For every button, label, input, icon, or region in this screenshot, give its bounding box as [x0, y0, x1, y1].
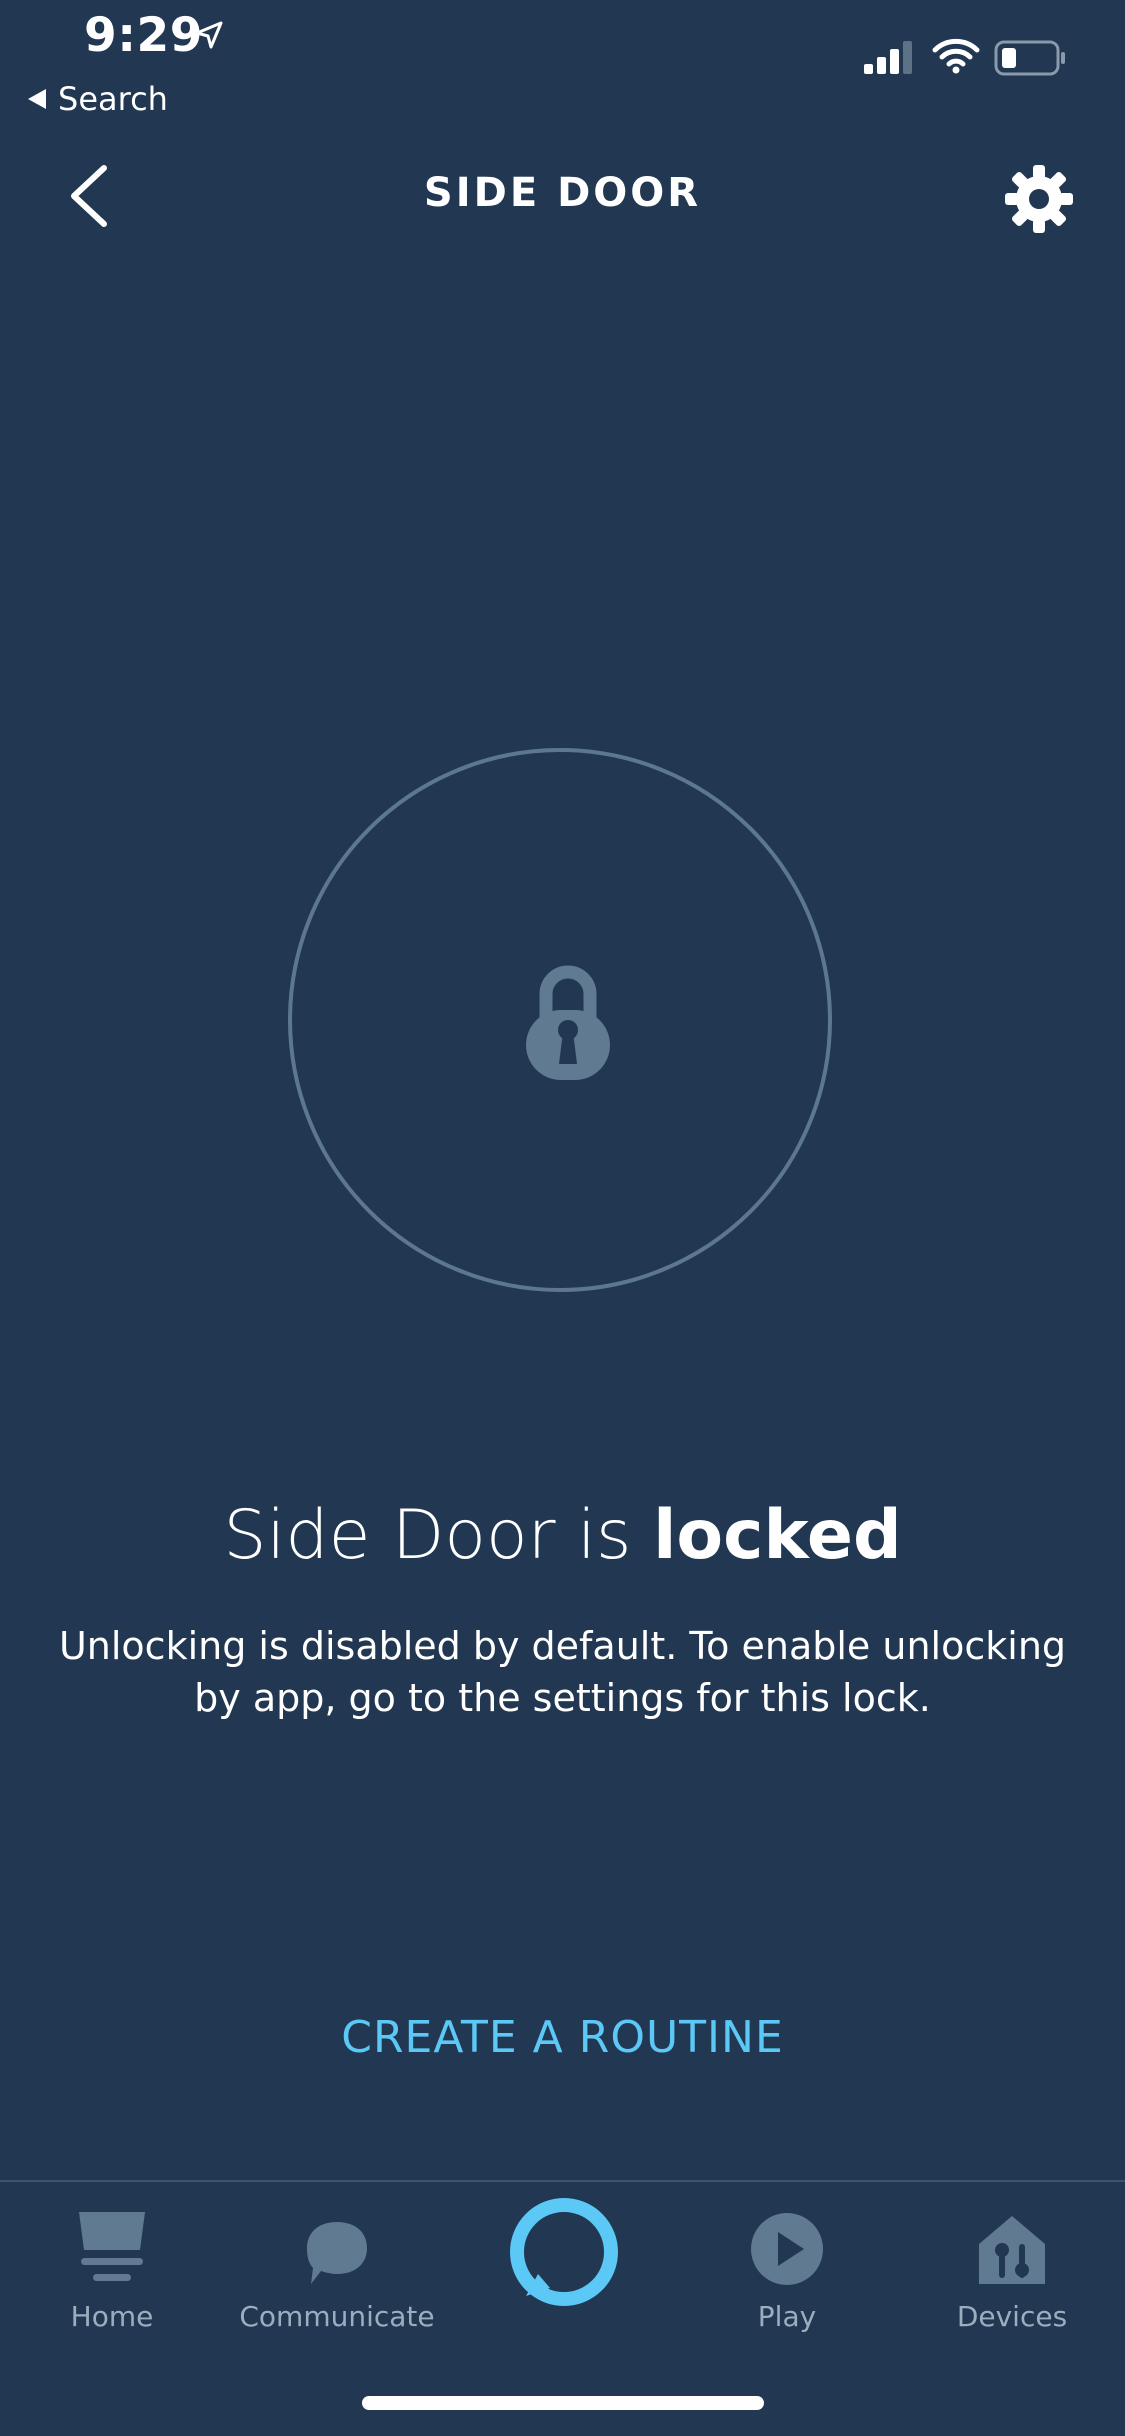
- chat-bubble-icon: [307, 2222, 367, 2284]
- home-indicator[interactable]: [362, 2396, 764, 2410]
- back-to-search-button[interactable]: Search: [28, 80, 168, 118]
- location-arrow-icon: [195, 21, 223, 49]
- back-app-label: Search: [58, 80, 168, 118]
- back-triangle-icon: [28, 89, 46, 109]
- tab-devices[interactable]: Devices: [902, 2196, 1122, 2333]
- play-icon: [751, 2213, 823, 2285]
- status-time: 9:29: [84, 8, 203, 63]
- home-icon: [79, 2212, 145, 2281]
- tab-play[interactable]: Play: [677, 2196, 897, 2333]
- wifi-icon: [932, 38, 980, 74]
- padlock-icon: [526, 965, 610, 1080]
- settings-gear-icon[interactable]: [1004, 164, 1074, 234]
- screen: 9:29 Search SIDE DOOR Side Door is locke…: [0, 0, 1125, 2436]
- tab-communicate[interactable]: Communicate: [227, 2196, 447, 2333]
- lock-state: locked: [653, 1496, 902, 1575]
- tab-devices-label: Devices: [956, 2300, 1068, 2333]
- page-title: SIDE DOOR: [423, 170, 702, 216]
- lock-status-text: Side Door is locked: [0, 1496, 1125, 1575]
- tab-play-label: Play: [757, 2300, 817, 2333]
- create-routine-link[interactable]: CREATE A ROUTINE: [0, 2012, 1125, 2063]
- battery-icon: [994, 40, 1065, 76]
- alexa-button[interactable]: [508, 2196, 620, 2312]
- cellular-signal-icon: [864, 41, 912, 74]
- devices-icon: [979, 2216, 1045, 2284]
- alexa-icon: [510, 2198, 618, 2306]
- tab-bar-divider: [0, 2180, 1125, 2182]
- tab-home-label: Home: [70, 2300, 154, 2333]
- state-connector: is: [555, 1496, 654, 1575]
- unlock-disabled-description: Unlocking is disabled by default. To ena…: [58, 1624, 1067, 1720]
- device-name: Side Door: [223, 1496, 556, 1575]
- tab-home[interactable]: Home: [2, 2196, 222, 2333]
- tab-communicate-label: Communicate: [239, 2300, 435, 2333]
